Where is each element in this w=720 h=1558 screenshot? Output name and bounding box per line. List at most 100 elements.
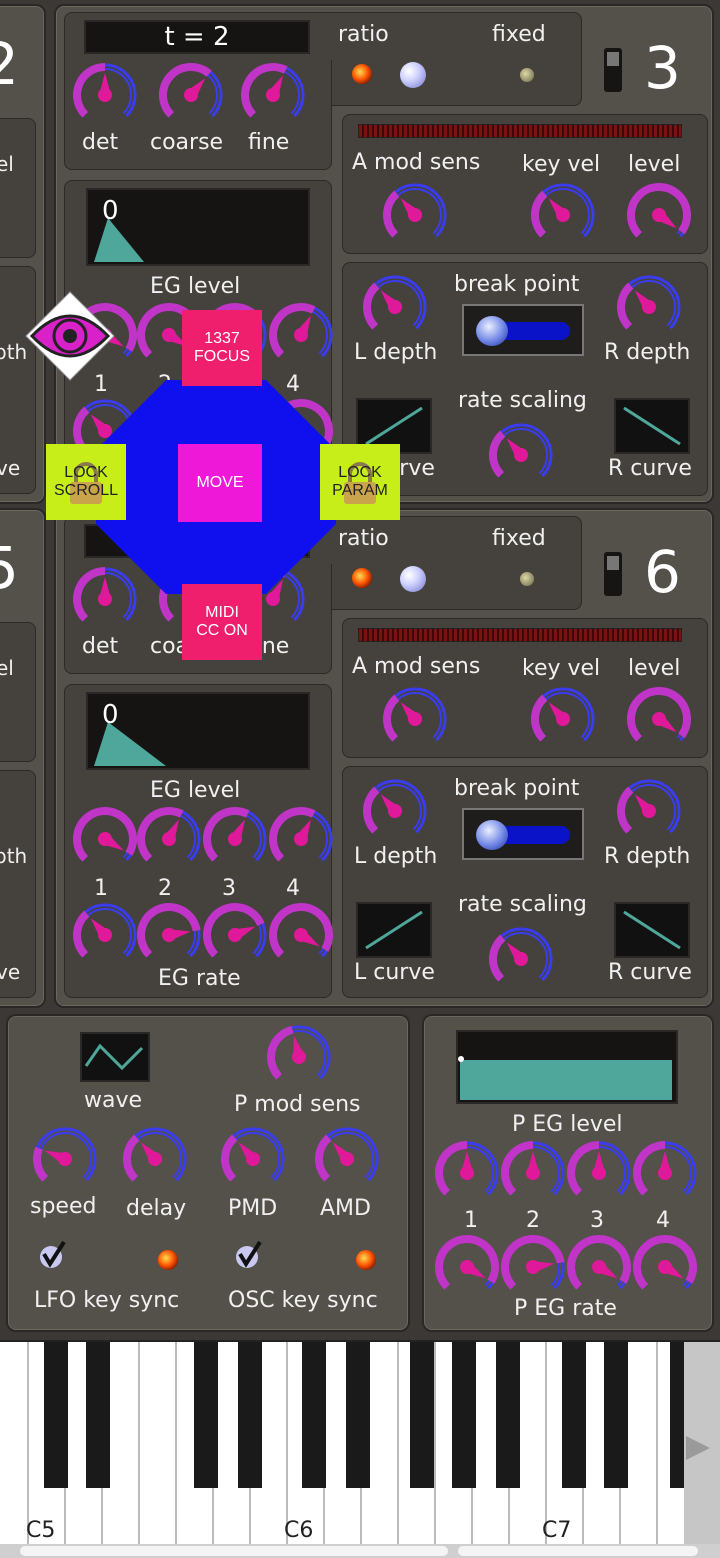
pitch-eg-stage-4: 4: [656, 1208, 670, 1233]
osc-key-sync-led: [356, 1250, 376, 1270]
op6-r-depth-knob[interactable]: [614, 776, 684, 846]
lfo-wave-display[interactable]: [80, 1032, 150, 1082]
op3-fine-knob[interactable]: [238, 60, 308, 130]
op3-ratio-toggle-button[interactable]: [400, 62, 426, 88]
op6-eg-level-label: EG level: [150, 778, 241, 803]
op3-det-knob[interactable]: [70, 60, 140, 130]
lock-scroll-label: LOCK SCROLL: [53, 464, 119, 499]
op2-frag-level: el: [0, 152, 14, 176]
move-button[interactable]: MOVE: [178, 444, 262, 522]
op6-eg-stage-3: 3: [222, 876, 236, 901]
op6-eg-level-3-knob[interactable]: [200, 804, 270, 874]
op6-l-curve-display[interactable]: [356, 902, 432, 958]
pitch-eg-level-4-knob[interactable]: [630, 1138, 700, 1208]
op3-rate-scaling-knob[interactable]: [486, 420, 556, 490]
lock-param-button[interactable]: LOCK PARAM: [320, 444, 400, 520]
op3-r-depth-knob[interactable]: [614, 272, 684, 342]
lfo-p-mod-sens-knob[interactable]: [264, 1022, 334, 1092]
op6-key-vel-label: key vel: [522, 656, 601, 681]
op3-eg-shape: [94, 218, 144, 262]
pitch-eg-rate-3-knob[interactable]: [564, 1232, 634, 1302]
scrollbar-thumb-end[interactable]: [458, 1546, 698, 1556]
op6-eg-rate-3-knob[interactable]: [200, 900, 270, 970]
op6-eg-stage-4: 4: [286, 876, 300, 901]
op6-a-mod-sens-knob[interactable]: [380, 684, 450, 754]
scrollbar-thumb[interactable]: [20, 1546, 448, 1556]
lfo-speed-knob[interactable]: [30, 1124, 100, 1194]
pitch-eg-rate-4-knob[interactable]: [630, 1232, 700, 1302]
osc-key-sync-checkbox[interactable]: [234, 1240, 264, 1270]
op5-frag-depth: pth: [0, 844, 28, 868]
op6-eg-level-2-knob[interactable]: [134, 804, 204, 874]
op6-break-point-label: break point: [454, 776, 580, 801]
black-keys: [0, 1342, 700, 1488]
op6-fixed-led[interactable]: [520, 572, 534, 586]
op3-eg-level-label: EG level: [150, 274, 241, 299]
lock-scroll-button[interactable]: LOCK SCROLL: [46, 444, 126, 520]
pitch-eg-rate-label: P EG rate: [514, 1296, 617, 1321]
pitch-eg-level-3-knob[interactable]: [564, 1138, 634, 1208]
op6-level-label: level: [628, 656, 681, 681]
pitch-eg-display: [456, 1030, 678, 1104]
pitch-eg-level-bar: [460, 1060, 672, 1100]
midi-cc-button[interactable]: MIDI CC ON: [182, 584, 262, 660]
op6-rate-scaling-knob[interactable]: [486, 924, 556, 994]
pitch-eg-level-2-knob[interactable]: [498, 1138, 568, 1208]
op3-det-label: det: [82, 130, 119, 155]
lfo-amd-knob[interactable]: [312, 1124, 382, 1194]
keyboard-scroll-right-button[interactable]: [684, 1342, 720, 1544]
op6-ratio-led[interactable]: [352, 568, 372, 588]
key-label-c7: C7: [542, 1518, 572, 1543]
op3-coarse-knob[interactable]: [156, 60, 226, 130]
arrow-right-icon: [686, 1436, 710, 1460]
op6-ratio-toggle-button[interactable]: [400, 566, 426, 592]
pitch-eg-rate-1-knob[interactable]: [432, 1232, 502, 1302]
op6-level-knob[interactable]: [624, 684, 694, 754]
pitch-eg-marker: [458, 1056, 464, 1062]
op6-break-point-slider[interactable]: [462, 808, 584, 860]
op6-eg-rate-label: EG rate: [158, 966, 241, 991]
lfo-delay-label: delay: [126, 1196, 187, 1221]
op3-key-vel-knob[interactable]: [528, 180, 598, 250]
op6-key-vel-knob[interactable]: [528, 684, 598, 754]
lfo-pmd-knob[interactable]: [218, 1124, 288, 1194]
op6-number: 6: [644, 538, 681, 606]
eye-toggle-button[interactable]: [24, 290, 116, 382]
op6-eg-shape: [94, 722, 166, 766]
op3-break-point-slider[interactable]: [462, 304, 584, 356]
lfo-key-sync-label: LFO key sync: [34, 1288, 180, 1313]
op3-key-vel-label: key vel: [522, 152, 601, 177]
lfo-amd-label: AMD: [320, 1196, 371, 1221]
lfo-delay-knob[interactable]: [120, 1124, 190, 1194]
op3-r-curve-display[interactable]: [614, 398, 690, 454]
op3-a-mod-sens-knob[interactable]: [380, 180, 450, 250]
op6-eg-rate-4-knob[interactable]: [266, 900, 336, 970]
piano-keyboard[interactable]: C5 C6 C7: [0, 1340, 720, 1544]
op6-enable-switch[interactable]: [604, 552, 622, 596]
op6-eg-level-4-knob[interactable]: [266, 804, 336, 874]
lfo-key-sync-checkbox[interactable]: [38, 1240, 68, 1270]
pitch-eg-level-1-knob[interactable]: [432, 1138, 502, 1208]
op3-level-label: level: [628, 152, 681, 177]
op5-number: 5: [0, 534, 19, 602]
op3-l-depth-knob[interactable]: [360, 272, 430, 342]
op6-r-curve-display[interactable]: [614, 902, 690, 958]
horizontal-scrollbar[interactable]: [0, 1544, 720, 1558]
op3-break-point-label: break point: [454, 272, 580, 297]
op6-eg-level-1-knob[interactable]: [70, 804, 140, 874]
op3-eg-level-4-knob[interactable]: [266, 300, 336, 370]
key-label-c6: C6: [284, 1518, 314, 1543]
op3-level-knob[interactable]: [624, 180, 694, 250]
op3-ratio-led[interactable]: [352, 64, 372, 84]
focus-button[interactable]: 1337 FOCUS: [182, 310, 262, 386]
op3-fixed-led[interactable]: [520, 68, 534, 82]
pitch-eg-rate-2-knob[interactable]: [498, 1232, 568, 1302]
op3-eg-value: 0: [102, 196, 119, 226]
op3-enable-switch[interactable]: [604, 48, 622, 92]
op3-freq-display: t = 2: [84, 20, 310, 54]
op6-rate-scaling-label: rate scaling: [458, 892, 587, 917]
op3-eg-display: 0: [86, 188, 310, 266]
op6-eg-rate-1-knob[interactable]: [70, 900, 140, 970]
op6-l-depth-knob[interactable]: [360, 776, 430, 846]
op6-eg-rate-2-knob[interactable]: [134, 900, 204, 970]
